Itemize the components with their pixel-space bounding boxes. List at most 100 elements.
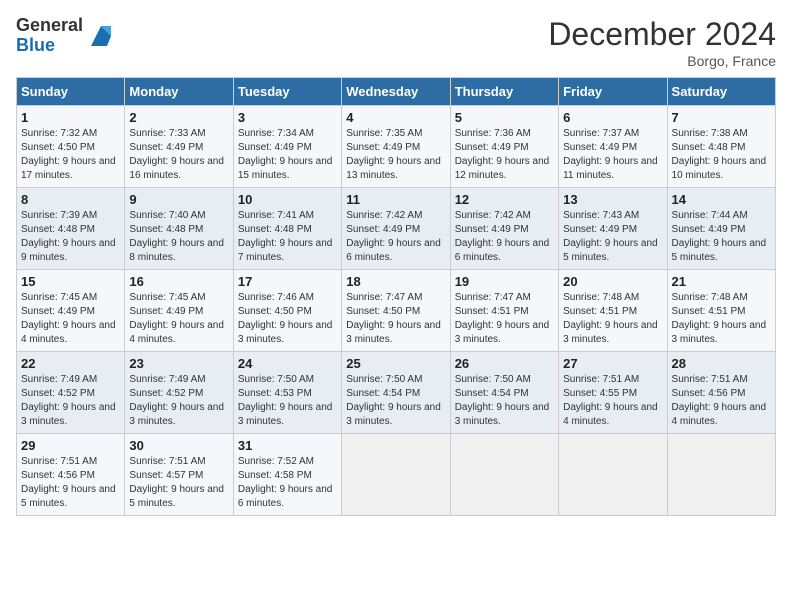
calendar-cell: 12 Sunrise: 7:42 AM Sunset: 4:49 PM Dayl… bbox=[450, 188, 558, 270]
calendar-cell bbox=[450, 434, 558, 516]
calendar-cell: 29 Sunrise: 7:51 AM Sunset: 4:56 PM Dayl… bbox=[17, 434, 125, 516]
day-info: Sunrise: 7:46 AM Sunset: 4:50 PM Dayligh… bbox=[238, 291, 337, 347]
calendar-cell: 8 Sunrise: 7:39 AM Sunset: 4:48 PM Dayli… bbox=[17, 188, 125, 270]
location: Borgo, France bbox=[548, 53, 776, 69]
day-number: 22 bbox=[21, 356, 120, 371]
logo: General Blue bbox=[16, 16, 115, 56]
day-info: Sunrise: 7:45 AM Sunset: 4:49 PM Dayligh… bbox=[129, 291, 228, 347]
day-info: Sunrise: 7:51 AM Sunset: 4:55 PM Dayligh… bbox=[563, 373, 662, 429]
calendar-cell: 26 Sunrise: 7:50 AM Sunset: 4:54 PM Dayl… bbox=[450, 352, 558, 434]
calendar-cell: 24 Sunrise: 7:50 AM Sunset: 4:53 PM Dayl… bbox=[233, 352, 341, 434]
title-block: December 2024 Borgo, France bbox=[548, 16, 776, 69]
logo-blue-text: Blue bbox=[16, 36, 83, 56]
calendar-cell: 17 Sunrise: 7:46 AM Sunset: 4:50 PM Dayl… bbox=[233, 270, 341, 352]
day-number: 11 bbox=[346, 192, 445, 207]
month-title: December 2024 bbox=[548, 16, 776, 53]
week-row: 29 Sunrise: 7:51 AM Sunset: 4:56 PM Dayl… bbox=[17, 434, 776, 516]
day-number: 20 bbox=[563, 274, 662, 289]
column-header-thursday: Thursday bbox=[450, 78, 558, 106]
day-info: Sunrise: 7:47 AM Sunset: 4:51 PM Dayligh… bbox=[455, 291, 554, 347]
day-info: Sunrise: 7:50 AM Sunset: 4:54 PM Dayligh… bbox=[455, 373, 554, 429]
column-header-tuesday: Tuesday bbox=[233, 78, 341, 106]
day-number: 19 bbox=[455, 274, 554, 289]
week-row: 1 Sunrise: 7:32 AM Sunset: 4:50 PM Dayli… bbox=[17, 106, 776, 188]
day-info: Sunrise: 7:51 AM Sunset: 4:56 PM Dayligh… bbox=[672, 373, 771, 429]
day-info: Sunrise: 7:50 AM Sunset: 4:54 PM Dayligh… bbox=[346, 373, 445, 429]
calendar-cell: 6 Sunrise: 7:37 AM Sunset: 4:49 PM Dayli… bbox=[559, 106, 667, 188]
day-number: 3 bbox=[238, 110, 337, 125]
day-number: 31 bbox=[238, 438, 337, 453]
day-info: Sunrise: 7:38 AM Sunset: 4:48 PM Dayligh… bbox=[672, 127, 771, 183]
day-info: Sunrise: 7:33 AM Sunset: 4:49 PM Dayligh… bbox=[129, 127, 228, 183]
day-info: Sunrise: 7:52 AM Sunset: 4:58 PM Dayligh… bbox=[238, 455, 337, 511]
day-number: 27 bbox=[563, 356, 662, 371]
day-info: Sunrise: 7:43 AM Sunset: 4:49 PM Dayligh… bbox=[563, 209, 662, 265]
day-number: 18 bbox=[346, 274, 445, 289]
day-info: Sunrise: 7:51 AM Sunset: 4:56 PM Dayligh… bbox=[21, 455, 120, 511]
calendar-cell: 31 Sunrise: 7:52 AM Sunset: 4:58 PM Dayl… bbox=[233, 434, 341, 516]
calendar-cell: 4 Sunrise: 7:35 AM Sunset: 4:49 PM Dayli… bbox=[342, 106, 450, 188]
day-info: Sunrise: 7:47 AM Sunset: 4:50 PM Dayligh… bbox=[346, 291, 445, 347]
day-info: Sunrise: 7:34 AM Sunset: 4:49 PM Dayligh… bbox=[238, 127, 337, 183]
day-info: Sunrise: 7:39 AM Sunset: 4:48 PM Dayligh… bbox=[21, 209, 120, 265]
day-number: 25 bbox=[346, 356, 445, 371]
column-header-wednesday: Wednesday bbox=[342, 78, 450, 106]
calendar-cell: 28 Sunrise: 7:51 AM Sunset: 4:56 PM Dayl… bbox=[667, 352, 775, 434]
calendar-cell: 9 Sunrise: 7:40 AM Sunset: 4:48 PM Dayli… bbox=[125, 188, 233, 270]
calendar-cell: 15 Sunrise: 7:45 AM Sunset: 4:49 PM Dayl… bbox=[17, 270, 125, 352]
column-header-monday: Monday bbox=[125, 78, 233, 106]
logo-icon bbox=[87, 22, 115, 50]
day-number: 23 bbox=[129, 356, 228, 371]
calendar-cell: 16 Sunrise: 7:45 AM Sunset: 4:49 PM Dayl… bbox=[125, 270, 233, 352]
calendar-cell bbox=[667, 434, 775, 516]
day-info: Sunrise: 7:49 AM Sunset: 4:52 PM Dayligh… bbox=[21, 373, 120, 429]
day-number: 2 bbox=[129, 110, 228, 125]
header-row: SundayMondayTuesdayWednesdayThursdayFrid… bbox=[17, 78, 776, 106]
calendar-cell: 2 Sunrise: 7:33 AM Sunset: 4:49 PM Dayli… bbox=[125, 106, 233, 188]
day-number: 5 bbox=[455, 110, 554, 125]
day-info: Sunrise: 7:32 AM Sunset: 4:50 PM Dayligh… bbox=[21, 127, 120, 183]
week-row: 8 Sunrise: 7:39 AM Sunset: 4:48 PM Dayli… bbox=[17, 188, 776, 270]
day-info: Sunrise: 7:40 AM Sunset: 4:48 PM Dayligh… bbox=[129, 209, 228, 265]
calendar-cell: 18 Sunrise: 7:47 AM Sunset: 4:50 PM Dayl… bbox=[342, 270, 450, 352]
day-number: 6 bbox=[563, 110, 662, 125]
day-info: Sunrise: 7:36 AM Sunset: 4:49 PM Dayligh… bbox=[455, 127, 554, 183]
calendar-cell: 3 Sunrise: 7:34 AM Sunset: 4:49 PM Dayli… bbox=[233, 106, 341, 188]
day-number: 7 bbox=[672, 110, 771, 125]
day-number: 12 bbox=[455, 192, 554, 207]
calendar-cell: 14 Sunrise: 7:44 AM Sunset: 4:49 PM Dayl… bbox=[667, 188, 775, 270]
day-number: 26 bbox=[455, 356, 554, 371]
column-header-friday: Friday bbox=[559, 78, 667, 106]
day-number: 8 bbox=[21, 192, 120, 207]
day-info: Sunrise: 7:50 AM Sunset: 4:53 PM Dayligh… bbox=[238, 373, 337, 429]
day-info: Sunrise: 7:41 AM Sunset: 4:48 PM Dayligh… bbox=[238, 209, 337, 265]
calendar-cell: 13 Sunrise: 7:43 AM Sunset: 4:49 PM Dayl… bbox=[559, 188, 667, 270]
calendar-cell: 21 Sunrise: 7:48 AM Sunset: 4:51 PM Dayl… bbox=[667, 270, 775, 352]
day-number: 1 bbox=[21, 110, 120, 125]
calendar-table: SundayMondayTuesdayWednesdayThursdayFrid… bbox=[16, 77, 776, 516]
calendar-cell: 11 Sunrise: 7:42 AM Sunset: 4:49 PM Dayl… bbox=[342, 188, 450, 270]
calendar-cell bbox=[559, 434, 667, 516]
calendar-cell: 1 Sunrise: 7:32 AM Sunset: 4:50 PM Dayli… bbox=[17, 106, 125, 188]
day-info: Sunrise: 7:51 AM Sunset: 4:57 PM Dayligh… bbox=[129, 455, 228, 511]
day-info: Sunrise: 7:45 AM Sunset: 4:49 PM Dayligh… bbox=[21, 291, 120, 347]
calendar-cell bbox=[342, 434, 450, 516]
day-number: 9 bbox=[129, 192, 228, 207]
week-row: 22 Sunrise: 7:49 AM Sunset: 4:52 PM Dayl… bbox=[17, 352, 776, 434]
calendar-cell: 20 Sunrise: 7:48 AM Sunset: 4:51 PM Dayl… bbox=[559, 270, 667, 352]
column-header-saturday: Saturday bbox=[667, 78, 775, 106]
day-info: Sunrise: 7:48 AM Sunset: 4:51 PM Dayligh… bbox=[672, 291, 771, 347]
day-number: 29 bbox=[21, 438, 120, 453]
day-number: 30 bbox=[129, 438, 228, 453]
calendar-cell: 23 Sunrise: 7:49 AM Sunset: 4:52 PM Dayl… bbox=[125, 352, 233, 434]
page-header: General Blue December 2024 Borgo, France bbox=[16, 16, 776, 69]
calendar-cell: 25 Sunrise: 7:50 AM Sunset: 4:54 PM Dayl… bbox=[342, 352, 450, 434]
day-info: Sunrise: 7:37 AM Sunset: 4:49 PM Dayligh… bbox=[563, 127, 662, 183]
day-number: 17 bbox=[238, 274, 337, 289]
day-info: Sunrise: 7:49 AM Sunset: 4:52 PM Dayligh… bbox=[129, 373, 228, 429]
logo-general-text: General bbox=[16, 16, 83, 36]
calendar-cell: 10 Sunrise: 7:41 AM Sunset: 4:48 PM Dayl… bbox=[233, 188, 341, 270]
day-info: Sunrise: 7:35 AM Sunset: 4:49 PM Dayligh… bbox=[346, 127, 445, 183]
day-number: 4 bbox=[346, 110, 445, 125]
day-number: 28 bbox=[672, 356, 771, 371]
